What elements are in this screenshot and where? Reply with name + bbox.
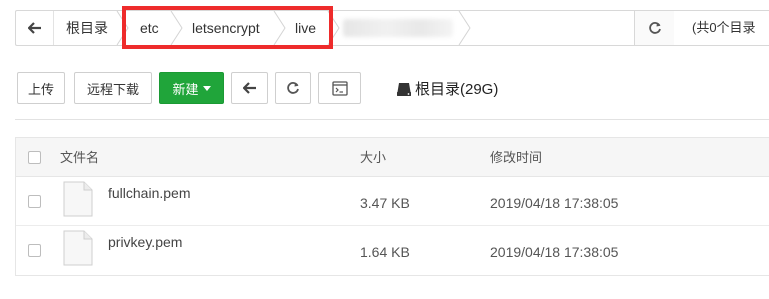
disk-selector[interactable]: 根目录(29G): [396, 78, 498, 99]
file-size: 3.47 KB: [360, 195, 410, 211]
file-name[interactable]: fullchain.pem: [108, 185, 191, 201]
remote-download-button[interactable]: 远程下载: [74, 72, 152, 104]
select-all-checkbox[interactable]: [28, 151, 41, 164]
breadcrumb-separator-icon: [327, 11, 340, 45]
terminal-button[interactable]: [318, 72, 361, 104]
path-refresh-button[interactable]: [634, 11, 674, 45]
file-icon: [63, 230, 93, 266]
refresh-icon: [287, 82, 299, 94]
arrow-left-icon: [27, 22, 41, 34]
refresh-button[interactable]: [275, 72, 311, 104]
breadcrumb-separator-icon: [170, 11, 183, 45]
caret-down-icon: [202, 86, 211, 91]
refresh-icon: [648, 22, 661, 34]
disk-label: 根目录(29G): [415, 81, 499, 98]
breadcrumb-item-letsencrypt[interactable]: letsencrypt: [192, 11, 260, 45]
terminal-icon: [331, 80, 348, 96]
toolbar-divider: [15, 119, 769, 120]
column-header-size[interactable]: 大小: [360, 138, 386, 177]
column-header-name[interactable]: 文件名: [60, 138, 99, 177]
file-icon: [63, 181, 93, 217]
row-checkbox[interactable]: [28, 195, 41, 208]
breadcrumb-separator-icon: [273, 11, 286, 45]
hard-drive-icon: [397, 82, 411, 96]
breadcrumb-separator-icon: [458, 11, 471, 45]
column-header-modified[interactable]: 修改时间: [490, 138, 542, 177]
upload-button[interactable]: 上传: [17, 72, 65, 104]
file-table: 文件名 大小 修改时间 fullchain.pem 3.47 KB 2019/0…: [15, 137, 769, 276]
file-size: 1.64 KB: [360, 244, 410, 260]
table-header: 文件名 大小 修改时间: [16, 138, 769, 177]
breadcrumb: 根目录 etc letsencrypt live (共0个目录: [15, 10, 769, 46]
new-button[interactable]: 新建: [159, 72, 224, 104]
table-row[interactable]: privkey.pem 1.64 KB 2019/04/18 17:38:05: [16, 226, 769, 275]
new-button-label: 新建: [172, 81, 199, 97]
row-checkbox[interactable]: [28, 244, 41, 257]
breadcrumb-root[interactable]: 根目录: [66, 11, 108, 45]
table-row[interactable]: fullchain.pem 3.47 KB 2019/04/18 17:38:0…: [16, 177, 769, 226]
file-modified-time: 2019/04/18 17:38:05: [490, 195, 619, 211]
file-name[interactable]: privkey.pem: [108, 234, 182, 250]
breadcrumb-item-live[interactable]: live: [295, 11, 316, 45]
back-button[interactable]: [231, 72, 268, 104]
breadcrumb-separator-icon: [116, 11, 129, 45]
blurred-breadcrumb-area: [343, 19, 453, 37]
directory-count: (共0个目录: [692, 20, 756, 35]
breadcrumb-item-etc[interactable]: etc: [140, 11, 159, 45]
file-modified-time: 2019/04/18 17:38:05: [490, 244, 619, 260]
arrow-left-icon: [242, 82, 256, 94]
back-button[interactable]: [16, 11, 54, 45]
